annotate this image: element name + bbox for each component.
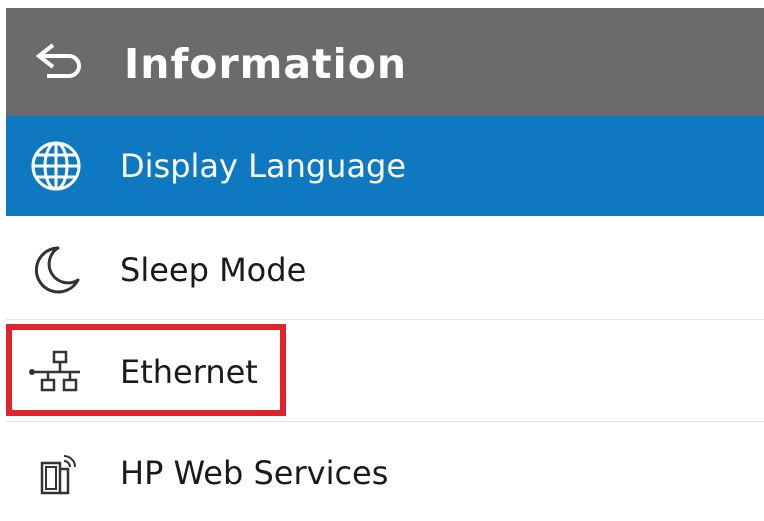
menu-item-display-language[interactable]: Display Language: [6, 116, 764, 216]
back-button[interactable]: [32, 36, 86, 82]
page-title: Information: [124, 40, 408, 88]
menu-item-ethernet[interactable]: Ethernet: [6, 322, 764, 422]
globe-icon: [24, 134, 88, 198]
menu-item-sleep-mode[interactable]: Sleep Mode: [6, 220, 764, 320]
back-arrow-icon: [35, 43, 81, 78]
moon-icon: [24, 238, 88, 302]
menu-item-label: Display Language: [120, 147, 407, 185]
information-screen: Information Display Language Sleep Mode: [0, 0, 764, 521]
web-services-icon: [24, 441, 88, 505]
menu-item-label: HP Web Services: [120, 453, 389, 492]
menu-item-hp-web-services[interactable]: HP Web Services: [6, 423, 764, 521]
menu-item-label: Ethernet: [120, 352, 258, 391]
network-icon: [24, 340, 88, 404]
menu-item-label: Sleep Mode: [120, 250, 307, 289]
header-bar: Information: [6, 8, 764, 116]
